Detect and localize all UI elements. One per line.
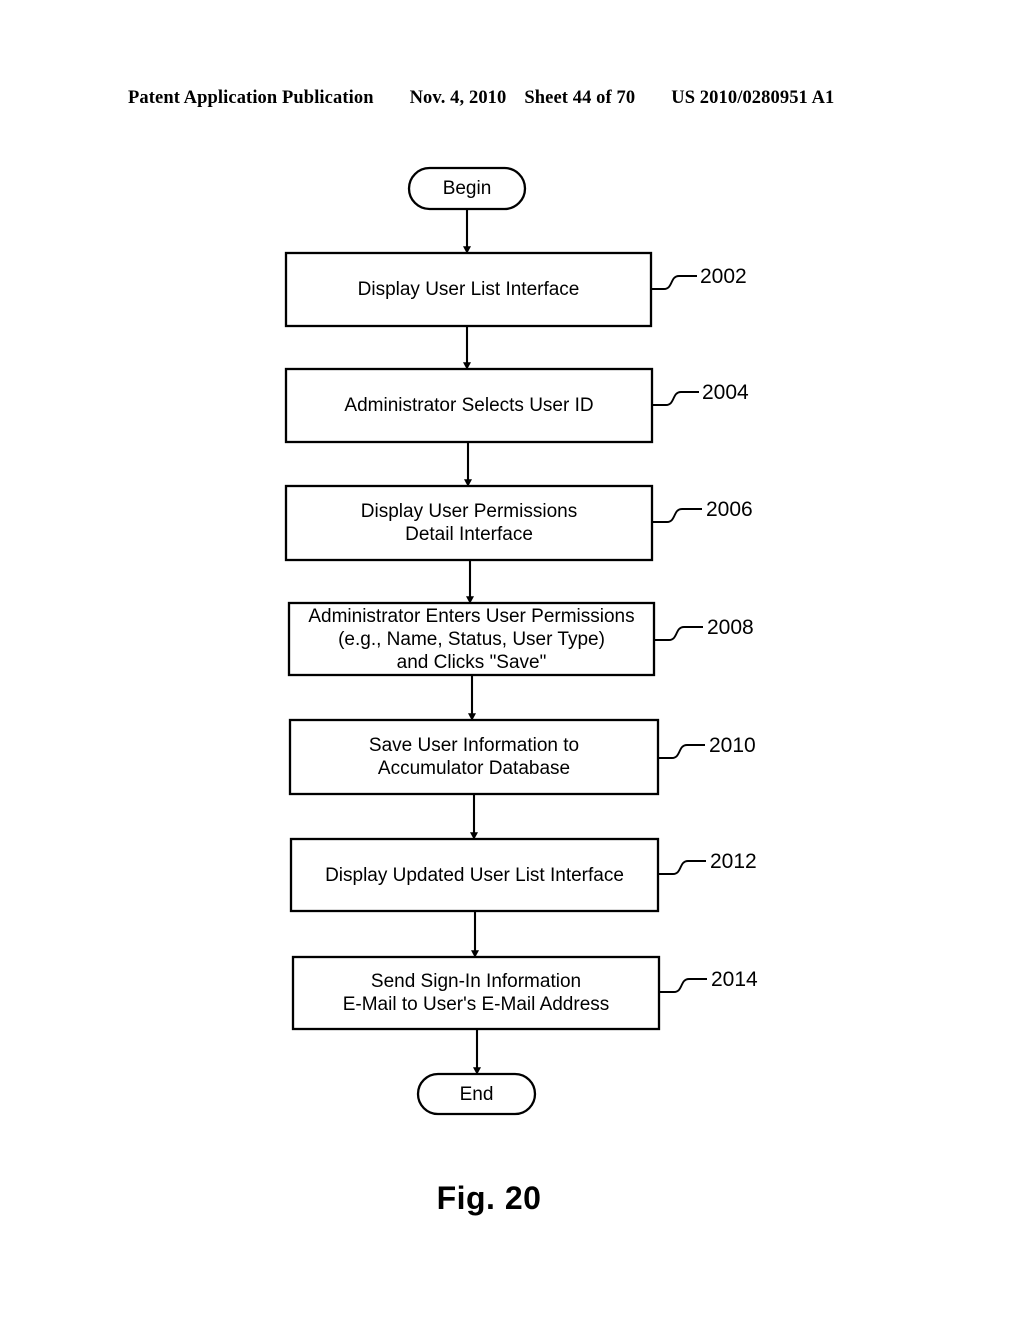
reference-numeral-text: 2004	[702, 381, 749, 404]
terminator-end-shape	[416, 1072, 537, 1116]
reference-numeral-2008: 2008	[707, 616, 754, 640]
leader-line-2004	[652, 391, 699, 406]
leader-line-2014	[659, 978, 707, 993]
process-box-2004-shape	[284, 367, 654, 444]
leader-line-2008	[654, 626, 703, 641]
reference-numeral-2004: 2004	[702, 381, 749, 405]
reference-numeral-text: 2006	[706, 498, 753, 521]
process-box-2012-shape	[289, 837, 660, 913]
process-box-2002-shape	[284, 251, 653, 328]
process-box-2006-shape	[284, 484, 654, 562]
flowchart-svg-canvas	[284, 166, 707, 1116]
process-box-2008-shape	[287, 601, 656, 677]
reference-numeral-text: 2012	[710, 850, 757, 873]
reference-numeral-text: 2008	[707, 616, 754, 639]
reference-numeral-text: 2010	[709, 734, 756, 757]
leader-line-2006	[652, 508, 702, 523]
figure-caption-text: Fig. 20	[436, 1180, 542, 1216]
flowchart-diagram: Begin End Display User List Interface 20…	[0, 0, 1024, 1320]
leader-line-2002	[651, 275, 697, 290]
reference-numeral-2010: 2010	[709, 734, 756, 758]
reference-numeral-2012: 2012	[710, 850, 757, 874]
terminator-begin-shape	[407, 166, 527, 211]
leader-line-2012	[658, 860, 706, 875]
reference-numeral-2002: 2002	[700, 265, 747, 289]
reference-numeral-2014: 2014	[711, 968, 758, 992]
reference-numeral-2006: 2006	[706, 498, 753, 522]
reference-numeral-text: 2002	[700, 265, 747, 288]
figure-caption: Fig. 20	[0, 1180, 1024, 1217]
reference-numeral-text: 2014	[711, 968, 758, 991]
leader-line-2010	[658, 744, 705, 759]
process-box-2010-shape	[288, 718, 660, 796]
process-box-2014-shape	[291, 955, 661, 1031]
